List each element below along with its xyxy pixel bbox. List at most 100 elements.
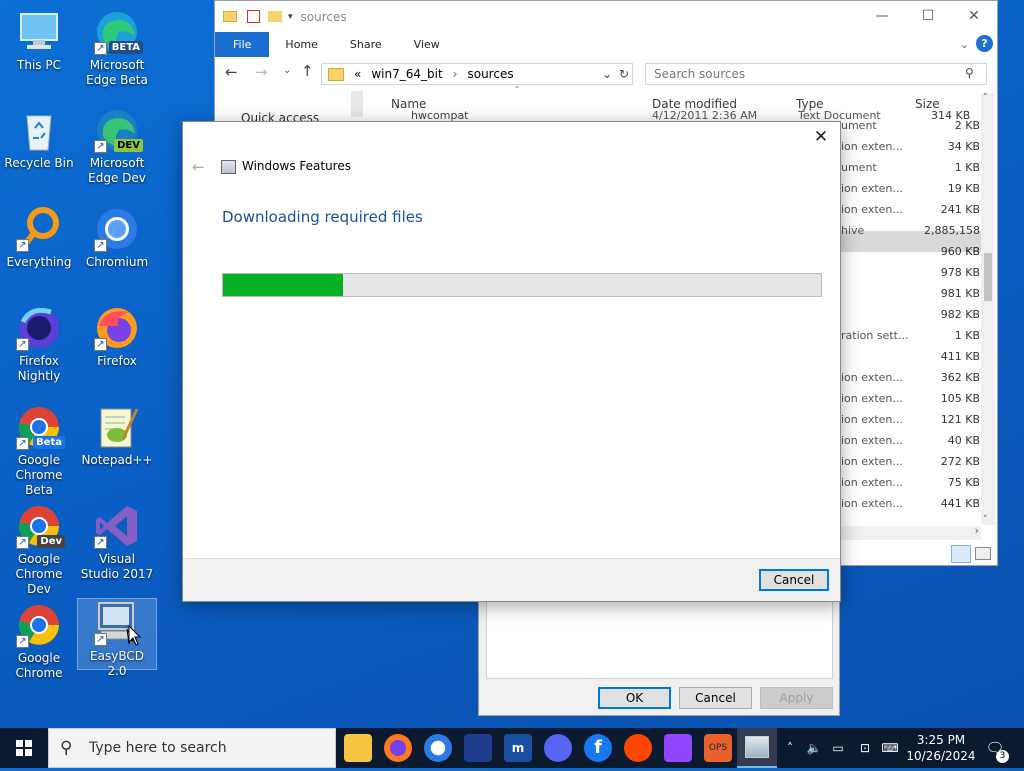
- nav-pane-scrollbar[interactable]: [351, 91, 363, 117]
- scroll-down-icon[interactable]: ˅: [983, 515, 988, 525]
- up-arrow-icon[interactable]: ↑: [301, 62, 314, 80]
- horizontal-scrollbar[interactable]: ›: [841, 524, 981, 540]
- desktop-icon-notepad-plus-plus[interactable]: Notepad++: [78, 403, 156, 468]
- shortcut-arrow-icon: ↗: [94, 239, 107, 252]
- taskbar-search-input[interactable]: Type here to search: [48, 728, 336, 768]
- shortcut-arrow-icon: ↗: [16, 635, 29, 648]
- file-type: ion exten...: [841, 434, 903, 447]
- file-type: ument: [841, 119, 877, 132]
- close-button[interactable]: ✕: [951, 1, 997, 32]
- desktop-icon-label: Notepad++: [81, 453, 153, 467]
- scroll-up-icon[interactable]: ˄: [983, 93, 988, 103]
- desktop-icon-google-chrome[interactable]: ↗ Google Chrome: [0, 601, 78, 681]
- file-size: 978 KB: [940, 266, 980, 279]
- desktop-icon-everything[interactable]: ↗ Everything: [0, 205, 78, 270]
- dialog-title: Windows Features: [242, 159, 351, 173]
- file-type: ion exten...: [841, 413, 903, 426]
- clock[interactable]: 3:25 PM 10/26/2024: [906, 732, 976, 764]
- network-icon[interactable]: ▭: [828, 728, 848, 768]
- scrollbar-thumb[interactable]: [984, 253, 992, 301]
- desktop-icon-chromium[interactable]: ↗ Chromium: [78, 205, 156, 270]
- recent-locations-icon[interactable]: ⌄: [283, 65, 291, 76]
- scroll-right-icon[interactable]: ›: [975, 524, 979, 537]
- shortcut-arrow-icon: ↗: [16, 239, 29, 252]
- expand-ribbon-icon[interactable]: ⌄: [960, 38, 969, 51]
- apply-button: Apply: [760, 687, 833, 709]
- cancel-button[interactable]: Cancel: [759, 569, 829, 591]
- properties-icon[interactable]: [247, 10, 260, 23]
- close-icon[interactable]: ✕: [810, 126, 832, 148]
- language-icon[interactable]: ⊡: [854, 728, 876, 768]
- breadcrumb-separator-icon: ›: [452, 67, 458, 81]
- large-icons-view-icon[interactable]: [975, 547, 991, 560]
- ok-button[interactable]: OK: [598, 687, 671, 709]
- back-arrow-icon[interactable]: ←: [225, 63, 238, 81]
- file-type: ion exten...: [841, 497, 903, 510]
- mouse-cursor-icon: [128, 625, 142, 646]
- new-folder-icon[interactable]: [268, 11, 282, 22]
- dev-badge: Dev: [37, 535, 65, 548]
- start-button[interactable]: [0, 728, 48, 768]
- explorer-title: sources: [300, 9, 347, 24]
- address-bar[interactable]: « win7_64_bit › sources ⌄ ↻: [321, 63, 633, 85]
- minimize-button[interactable]: —: [859, 1, 905, 32]
- file-type: ration sett...: [841, 329, 909, 342]
- firefox-icon: ↗: [93, 304, 141, 352]
- desktop-icon-edge-dev[interactable]: DEV ↗ Microsoft Edge Dev: [78, 106, 156, 186]
- desktop-icon-chrome-beta[interactable]: Beta ↗ Google Chrome Beta: [0, 403, 78, 498]
- properties-window: OK Cancel Apply: [478, 600, 840, 716]
- refresh-icon[interactable]: ↻: [619, 67, 629, 81]
- file-type: [841, 346, 913, 367]
- taskbar-media-player-icon[interactable]: [464, 734, 492, 762]
- taskbar-discord-icon[interactable]: [544, 734, 572, 762]
- desktop-icon-edge-beta[interactable]: BETA ↗ Microsoft Edge Beta: [78, 8, 156, 88]
- back-arrow-icon: ←: [192, 158, 205, 176]
- taskbar-firefox-icon[interactable]: [384, 734, 412, 762]
- taskbar-malwarebytes-icon[interactable]: m: [504, 734, 532, 762]
- desktop-icon-label: Firefox Nightly: [17, 354, 61, 383]
- file-type: hive: [841, 224, 865, 237]
- desktop-icon-visual-studio[interactable]: ↗ Visual Studio 2017: [78, 502, 156, 582]
- cancel-button[interactable]: Cancel: [679, 687, 752, 709]
- desktop-icon-recycle-bin[interactable]: Recycle Bin: [0, 106, 78, 171]
- maximize-button[interactable]: ☐: [905, 1, 951, 32]
- desktop-icon-easybcd[interactable]: ↗ EasyBCD 2.0: [77, 598, 157, 678]
- desktop-icon-firefox-nightly[interactable]: ↗ Firefox Nightly: [0, 304, 78, 384]
- taskbar-reddit-icon[interactable]: [624, 734, 652, 762]
- customize-qat-icon[interactable]: ▾: [288, 12, 293, 22]
- taskbar-chromium-icon[interactable]: [424, 734, 452, 762]
- taskbar-twitch-icon[interactable]: [664, 734, 692, 762]
- breadcrumb-sources[interactable]: sources: [467, 67, 513, 81]
- help-icon[interactable]: ?: [976, 35, 993, 52]
- shortcut-arrow-icon: ↗: [16, 338, 29, 351]
- shortcut-arrow-icon: ↗: [94, 42, 107, 55]
- show-hidden-icons[interactable]: ˄: [782, 728, 798, 768]
- taskbar-file-explorer-icon[interactable]: [344, 734, 372, 762]
- taskbar: Type here to search ⚲ m f OPS ˄ 🔈 ▭ ⊡ ⌨ …: [0, 728, 1024, 768]
- file-type: ion exten...: [841, 371, 903, 384]
- keyboard-icon[interactable]: ⌨: [878, 728, 902, 768]
- desktop-icon-this-pc[interactable]: This PC: [0, 8, 78, 73]
- taskbar-ops-icon[interactable]: OPS: [704, 734, 732, 762]
- taskbar-windows-features-active[interactable]: [737, 728, 777, 768]
- breadcrumb-win7[interactable]: win7_64_bit: [371, 67, 442, 81]
- search-input[interactable]: Search sources: [645, 63, 987, 85]
- tab-share[interactable]: Share: [334, 32, 398, 57]
- details-view-icon[interactable]: [951, 545, 971, 563]
- chrome-icon: ↗: [15, 601, 63, 649]
- desktop-icon-chrome-dev[interactable]: Dev ↗ Google Chrome Dev: [0, 502, 78, 597]
- tab-view[interactable]: View: [398, 32, 456, 57]
- tab-home[interactable]: Home: [269, 32, 333, 57]
- address-overflow[interactable]: «: [354, 67, 361, 81]
- volume-icon[interactable]: 🔈: [804, 728, 824, 768]
- windows-logo-icon: [16, 740, 32, 756]
- file-size: 362 KB: [940, 371, 980, 384]
- tab-file[interactable]: File: [215, 32, 270, 57]
- desktop-icon-firefox[interactable]: ↗ Firefox: [78, 304, 156, 369]
- file-size: 2 KB: [954, 119, 980, 132]
- taskbar-facebook-icon[interactable]: f: [584, 734, 612, 762]
- vertical-scrollbar[interactable]: ˄ ˅: [981, 93, 995, 525]
- forward-arrow-icon[interactable]: →: [255, 63, 268, 81]
- address-dropdown-icon[interactable]: ⌄: [602, 67, 612, 81]
- everything-search-icon: ↗: [15, 205, 63, 253]
